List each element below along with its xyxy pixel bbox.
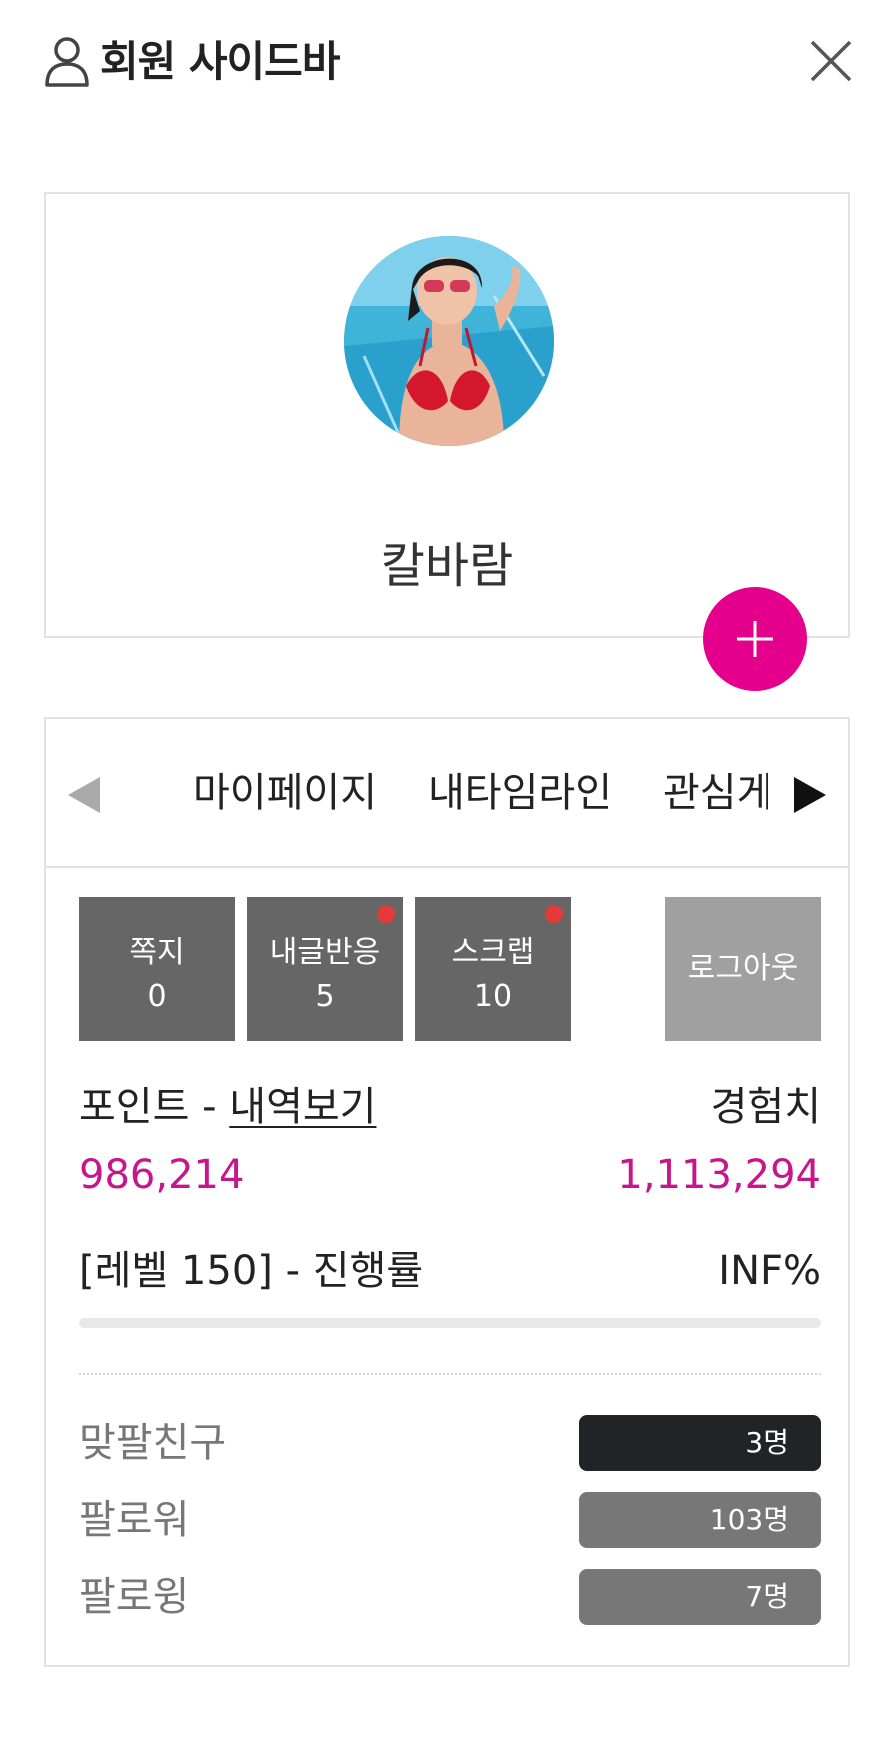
- post-reactions-label: 내글반응: [269, 935, 381, 970]
- scroll-left-icon[interactable]: [66, 775, 102, 815]
- points-value: 986,214: [79, 1152, 245, 1198]
- level-progress-text: INF%: [718, 1248, 821, 1294]
- followers-label: 팔로워: [79, 1497, 190, 1543]
- post-reactions-button[interactable]: 내글반응 5: [247, 897, 403, 1041]
- tab-timeline[interactable]: 내타임라인: [428, 767, 612, 819]
- scrap-button[interactable]: 스크랩 10: [415, 897, 571, 1041]
- nickname: 칼바람: [380, 538, 514, 594]
- tab-bar: 마이페이지 내타임라인 관심게시: [46, 719, 848, 868]
- close-icon[interactable]: [808, 38, 854, 84]
- profile-card: 칼바람: [44, 192, 850, 638]
- exp-value: 1,113,294: [617, 1152, 821, 1198]
- points-history-link[interactable]: 내역보기: [229, 1084, 376, 1130]
- tab-favorite-boards[interactable]: 관심게시: [663, 767, 768, 819]
- points-row: 포인트 - 내역보기: [79, 1081, 376, 1133]
- logout-button[interactable]: 로그아웃: [665, 897, 821, 1041]
- level-label: [레벨 150] - 진행률: [79, 1248, 424, 1294]
- mutual-friends-label: 맞팔친구: [79, 1420, 227, 1466]
- followers-badge[interactable]: 103명: [579, 1492, 821, 1548]
- messages-label: 쪽지: [129, 935, 185, 970]
- messages-count: 0: [147, 979, 167, 1014]
- sidebar-title: 회원 사이드바: [100, 37, 340, 86]
- exp-label: 경험치: [710, 1084, 821, 1130]
- user-icon: [45, 37, 89, 87]
- avatar[interactable]: [344, 236, 554, 446]
- messages-button[interactable]: 쪽지 0: [79, 897, 235, 1041]
- level-progress-bar: [79, 1318, 821, 1328]
- mutual-friends-badge[interactable]: 3명: [579, 1415, 821, 1471]
- post-reactions-count: 5: [315, 979, 335, 1014]
- add-button[interactable]: [703, 587, 807, 691]
- sidebar-header: 회원 사이드바: [44, 30, 854, 100]
- notification-dot: [377, 905, 395, 923]
- following-badge[interactable]: 7명: [579, 1569, 821, 1625]
- member-menu-card: 마이페이지 내타임라인 관심게시 쪽지 0 내글반응 5 스크랩 10 로그아웃…: [44, 717, 850, 1667]
- tab-mypage[interactable]: 마이페이지: [193, 767, 377, 819]
- scrap-count: 10: [473, 979, 513, 1014]
- scroll-right-icon[interactable]: [792, 775, 828, 815]
- notification-dot: [545, 905, 563, 923]
- tab-list: 마이페이지 내타임라인 관심게시: [124, 719, 768, 864]
- following-label: 팔로윙: [79, 1574, 190, 1620]
- divider: [79, 1373, 821, 1375]
- scrap-label: 스크랩: [451, 935, 535, 970]
- plus-icon: [737, 621, 773, 657]
- points-label: 포인트 -: [79, 1084, 230, 1130]
